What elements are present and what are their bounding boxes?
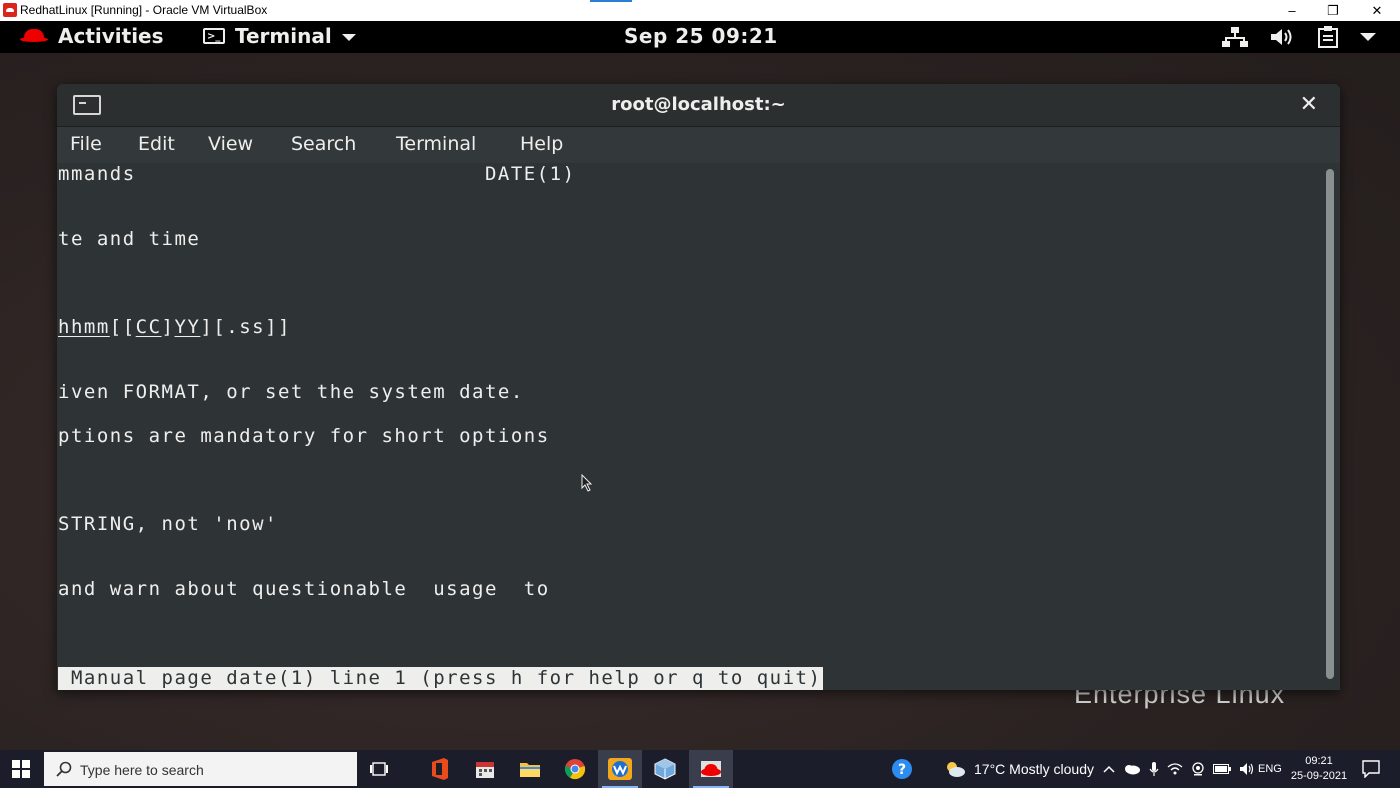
taskbar-app-virtualbox[interactable] [643,750,687,788]
redhat-vm-icon [701,761,721,777]
mouse-pointer-icon [581,474,593,492]
system-tray[interactable] [1103,761,1255,777]
synopsis-cc: CC [135,316,162,338]
cloud-sun-icon [947,762,965,777]
terminal-line: mmands DATE(1) [58,163,576,185]
system-status-area[interactable] [1222,26,1376,48]
terminal-line-synopsis: hhmm[[CC]YY][.ss]] [58,316,291,338]
terminal-output[interactable]: mmands DATE(1) te and time hhmm[[CC]YY][… [57,163,1321,690]
taskbar-app-file-explorer[interactable] [508,750,552,788]
synopsis-bracket: ] [161,316,175,338]
weather-text: 17°C Mostly cloudy [974,761,1094,777]
synopsis-bracket: ] [200,316,214,338]
virtualbox-icon [654,758,676,780]
menu-terminal[interactable]: Terminal [396,133,476,155]
terminal-menubar: File Edit View Search Terminal Help [57,127,1340,163]
webex-icon [608,758,632,780]
chrome-icon [564,759,586,780]
input-language-indicator[interactable]: ENG [1258,763,1282,775]
office-icon [432,758,448,780]
terminal-line: and warn about questionable usage to [58,578,550,600]
minimize-button[interactable]: – [1269,0,1315,21]
host-window-title: RedhatLinux [Running] - Oracle VM Virtua… [20,3,268,17]
search-icon [56,761,72,777]
terminal-window-title: root@localhost:~ [611,94,786,115]
chevron-down-icon [341,33,356,41]
app-menu-label: Terminal [235,24,332,48]
taskbar-date: 25-09-2021 [1290,770,1348,782]
windows-start-icon[interactable] [12,760,30,778]
synopsis-bracket: [[ [109,316,136,338]
taskbar-app-webex[interactable] [598,750,642,788]
svg-text:?: ? [898,762,906,778]
terminal-close-button[interactable]: ✕ [1300,92,1318,117]
battery-icon[interactable] [1213,764,1231,774]
terminal-line: iven FORMAT, or set the system date. [58,381,524,403]
terminal-app-icon: >_ [203,28,225,44]
virtualbox-app-icon [3,3,17,17]
menu-edit[interactable]: Edit [138,133,175,155]
battery-clipboard-icon [1318,26,1338,48]
volume-icon [1271,29,1292,45]
webcam-icon[interactable] [1191,762,1205,776]
activities-label: Activities [58,24,164,48]
calendar-app-icon [476,762,494,778]
menu-search[interactable]: Search [291,133,356,155]
synopsis-tail: [.ss]] [213,316,291,338]
redhat-logo-icon [20,29,48,43]
taskbar-app-redhat-vm[interactable] [689,750,733,788]
host-window-titlebar: RedhatLinux [Running] - Oracle VM Virtua… [0,0,1400,21]
guest-desktop: Activities >_ Terminal Sep 25 09:21 Ente… [0,21,1400,750]
close-window-button[interactable]: ✕ [1354,0,1400,21]
wifi-icon[interactable] [1167,762,1183,776]
taskbar-clock[interactable]: 09:21 25-09-2021 [1290,754,1348,784]
chevron-up-icon[interactable] [1103,765,1115,773]
terminal-line: STRING, not 'now' [58,513,278,535]
network-wired-icon [1222,27,1248,47]
menu-view[interactable]: View [208,133,253,155]
pager-status-line: Manual page date(1) line 1 (press h for … [58,667,824,690]
taskbar-app-chrome[interactable] [553,750,597,788]
title-progress-bar [590,0,632,2]
terminal-line: te and time [58,228,201,250]
terminal-window[interactable]: root@localhost:~ ✕ File Edit View Search… [57,84,1340,690]
taskbar-search-box[interactable]: Type here to search [44,752,357,786]
menu-help[interactable]: Help [520,133,563,155]
restore-button[interactable]: ❐ [1310,0,1356,21]
search-placeholder: Type here to search [80,762,204,778]
speaker-icon[interactable] [1239,762,1255,776]
weather-widget[interactable]: 17°C Mostly cloudy [944,761,1094,777]
activities-button[interactable]: Activities [20,24,164,48]
windows-taskbar: Type here to search ? 17°C Mostly cloudy… [0,750,1400,788]
gnome-top-bar: Activities >_ Terminal Sep 25 09:21 [0,21,1400,53]
menu-file[interactable]: File [70,133,102,155]
synopsis-yy: YY [174,316,201,338]
help-icon: ? [892,759,912,779]
onedrive-cloud-icon[interactable] [1123,763,1141,775]
taskbar-app-office[interactable] [418,750,462,788]
top-bar-clock[interactable]: Sep 25 09:21 [624,24,778,48]
microphone-icon[interactable] [1149,761,1159,777]
scrollbar-thumb[interactable] [1326,169,1334,679]
notification-center-icon[interactable] [1362,760,1380,778]
task-view-icon [370,762,388,776]
taskbar-time: 09:21 [1305,755,1333,767]
app-menu-terminal[interactable]: >_ Terminal [203,24,356,48]
task-view-button[interactable] [357,750,401,788]
terminal-line: ptions are mandatory for short options [58,425,550,447]
folder-icon [520,763,540,777]
terminal-scrollbar[interactable] [1321,163,1340,690]
terminal-headerbar[interactable]: root@localhost:~ ✕ [57,84,1340,127]
chevron-down-icon [1360,33,1376,41]
help-button[interactable]: ? [880,750,924,788]
synopsis-hhmm: hhmm [58,316,110,338]
taskbar-app-calendar[interactable] [463,750,507,788]
